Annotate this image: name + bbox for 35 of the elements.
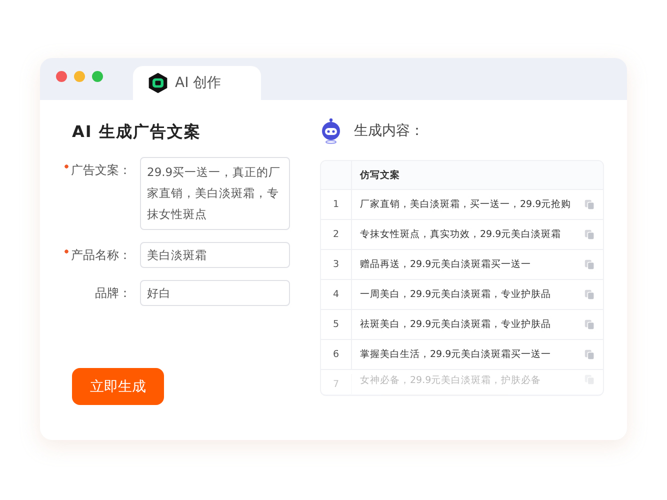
input-field[interactable]: 美白淡斑霜 [140, 242, 290, 268]
form-title: AI 生成广告文案 [72, 122, 202, 143]
row-number: 5 [321, 310, 352, 339]
table-cell-text: 厂家直销，美白淡斑霜，买一送一，29.9元抢购 [359, 198, 572, 211]
table-cell-text: 祛斑美白，29.9元美白淡斑霜，专业护肤品 [359, 318, 552, 331]
close-dot[interactable] [56, 71, 67, 82]
app-tab[interactable]: AI 创作 [133, 66, 262, 100]
table-cell-text: 赠品再送，29.9元美白淡斑霜买一送一 [359, 258, 532, 271]
ai-logo-icon [147, 72, 169, 94]
row-number: 1 [321, 190, 352, 219]
table-cell-text: 女神必备，29.9元美白淡斑霜，护肤必备 [359, 374, 542, 387]
textarea-field[interactable]: 29.9买一送一，真正的厂家直销，美白淡斑霜，专抹女性斑点 [140, 157, 290, 230]
copy-icon[interactable] [584, 349, 595, 360]
table-cell-text: 一周美白，29.9元美白淡斑霜，专业护肤品 [359, 288, 552, 301]
row-number: 6 [321, 340, 352, 369]
minimize-dot[interactable] [74, 71, 85, 82]
input-field[interactable]: 好白 [140, 280, 290, 306]
row-number: 2 [321, 220, 352, 249]
table-cell-text: 掌握美白生活，29.9元美白淡斑霜买一送一 [359, 348, 552, 361]
copy-icon[interactable] [584, 319, 595, 330]
field-label: 产品名称： [71, 248, 131, 262]
row-number: 7 [321, 374, 352, 394]
copy-icon[interactable] [584, 229, 595, 240]
field-label: 品牌： [95, 286, 131, 300]
field-label: 广告文案： [71, 163, 131, 177]
row-number: 3 [321, 250, 352, 279]
maximize-dot[interactable] [92, 71, 103, 82]
table-cell-text: 专抹女性斑点，真实功效，29.9元美白淡斑霜 [359, 228, 562, 241]
copy-icon[interactable] [584, 259, 595, 270]
row-number: 4 [321, 280, 352, 309]
copy-icon[interactable] [584, 289, 595, 300]
results-title: 生成内容： [354, 122, 424, 140]
robot-icon [320, 118, 342, 144]
copy-icon[interactable] [584, 199, 595, 210]
column-header: 仿写文案 [358, 168, 401, 182]
